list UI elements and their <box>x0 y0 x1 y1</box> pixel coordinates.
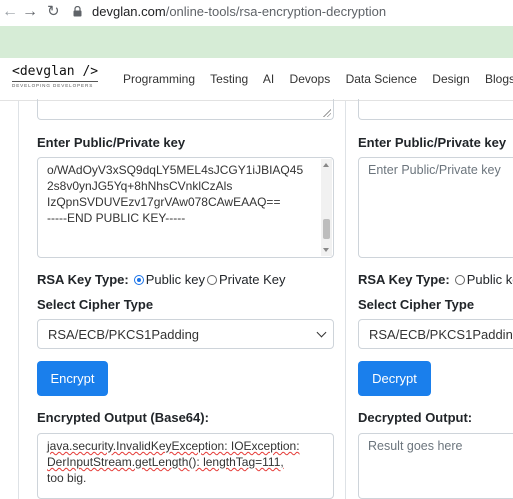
decrypted-output-textarea[interactable]: Result goes here <box>358 433 513 499</box>
nav-link-design[interactable]: Design <box>432 72 469 86</box>
decrypt-cipher-label: Select Cipher Type <box>358 297 475 312</box>
radio-private-key[interactable] <box>207 274 217 285</box>
key-line: -----END PUBLIC KEY----- <box>47 211 186 225</box>
output-line: java.security.InvalidKeyException: IOExc… <box>47 439 300 453</box>
output-line: too big. <box>47 471 87 485</box>
resize-grip-icon[interactable] <box>323 109 331 117</box>
output-line: DerInputStream.getLength(): lengthTag=11… <box>47 455 284 469</box>
key-type-label: RSA Key Type: <box>358 272 450 287</box>
encrypt-key-value: o/WAdOyV3xSQ9dqLY5MEL4sJCGY1iJBIAQ45 2s8… <box>47 162 317 226</box>
decrypt-key-label: Enter Public/Private key <box>358 135 507 150</box>
decrypt-key-placeholder: Enter Public/Private key <box>368 163 501 177</box>
key-line: 2s8v0ynJG5Yq+8hNhsCVnklCzAls <box>47 179 233 193</box>
encrypt-button[interactable]: Encrypt <box>37 361 108 396</box>
decrypt-cipher-value: RSA/ECB/PKCS1Padding <box>369 327 513 342</box>
nav-link-programming[interactable]: Programming <box>123 72 195 86</box>
key-line: IzQpnSVDUVEzv17grVAw078CAwEAAQ== <box>47 195 281 209</box>
nav-link-blogs[interactable]: Blogs <box>485 72 513 86</box>
key-type-label: RSA Key Type: <box>37 272 129 287</box>
plaintext-textarea-bottom[interactable] <box>37 99 334 120</box>
nav-links: Programming Testing AI Devops Data Scien… <box>123 72 513 86</box>
decrypt-key-type: RSA Key Type: Public key <box>358 272 513 287</box>
encrypt-cipher-label: Select Cipher Type <box>37 297 154 312</box>
scroll-thumb[interactable] <box>323 219 330 239</box>
browser-url-bar: ← → ↻ devglan.com/online-tools/rsa-encry… <box>0 0 513 26</box>
encrypted-output-value: java.security.InvalidKeyException: IOExc… <box>47 438 317 486</box>
radio-public-key[interactable] <box>454 274 465 285</box>
decrypt-key-textarea[interactable]: Enter Public/Private key <box>358 157 513 258</box>
encrypt-cipher-select[interactable]: RSA/ECB/PKCS1Padding <box>37 319 334 349</box>
decrypt-button[interactable]: Decrypt <box>358 361 431 396</box>
decrypt-cipher-select[interactable]: RSA/ECB/PKCS1Padding <box>358 319 513 349</box>
logo-text: <devglan /> <box>12 64 99 79</box>
back-arrow-icon[interactable]: ← <box>2 3 18 21</box>
url-path: /online-tools/rsa-encryption-decryption <box>165 4 387 19</box>
lock-icon[interactable] <box>73 6 82 17</box>
decryption-panel: Enter Public/Private key Enter Public/Pr… <box>345 99 513 499</box>
forward-arrow-icon[interactable]: → <box>22 3 38 21</box>
ciphertext-textarea-bottom[interactable] <box>358 99 513 120</box>
bookmark-strip <box>0 26 513 58</box>
scroll-up-icon[interactable] <box>323 163 329 167</box>
nav-link-testing[interactable]: Testing <box>210 72 248 86</box>
nav-link-ai[interactable]: AI <box>263 72 274 86</box>
encrypt-key-type: RSA Key Type: Public key Private Key <box>37 272 285 287</box>
encrypted-output-textarea[interactable]: java.security.InvalidKeyException: IOExc… <box>37 433 334 499</box>
chevron-down-icon <box>316 327 327 338</box>
decrypted-output-label: Decrypted Output: <box>358 410 473 425</box>
url-domain: devglan.com <box>92 4 166 19</box>
encrypt-cipher-value: RSA/ECB/PKCS1Padding <box>48 327 200 342</box>
decrypted-output-placeholder: Result goes here <box>368 439 463 453</box>
encryption-panel: Enter Public/Private key o/WAdOyV3xSQ9dq… <box>18 99 347 499</box>
key-line: o/WAdOyV3xSQ9dqLY5MEL4sJCGY1iJBIAQ45 <box>47 163 304 177</box>
radio-public-key-label[interactable]: Public key <box>467 272 513 287</box>
radio-public-key-label[interactable]: Public key <box>146 272 205 287</box>
site-logo[interactable]: <devglan /> DEVELOPING DEVELOPERS <box>12 64 98 88</box>
encrypted-output-label: Encrypted Output (Base64): <box>37 410 209 425</box>
reload-icon[interactable]: ↻ <box>47 3 60 21</box>
scroll-down-icon[interactable] <box>323 248 329 252</box>
address-bar[interactable]: devglan.com/online-tools/rsa-encryption-… <box>92 4 386 19</box>
encrypt-key-label: Enter Public/Private key <box>37 135 186 150</box>
radio-public-key[interactable] <box>133 274 144 285</box>
site-navbar: <devglan /> DEVELOPING DEVELOPERS Progra… <box>0 58 513 101</box>
logo-tagline: DEVELOPING DEVELOPERS <box>12 81 98 88</box>
nav-link-devops[interactable]: Devops <box>290 72 331 86</box>
key-scrollbar[interactable] <box>321 159 332 256</box>
radio-private-key-label[interactable]: Private Key <box>219 272 285 287</box>
nav-link-data-science[interactable]: Data Science <box>346 72 417 86</box>
encrypt-key-textarea[interactable]: o/WAdOyV3xSQ9dqLY5MEL4sJCGY1iJBIAQ45 2s8… <box>37 157 334 258</box>
